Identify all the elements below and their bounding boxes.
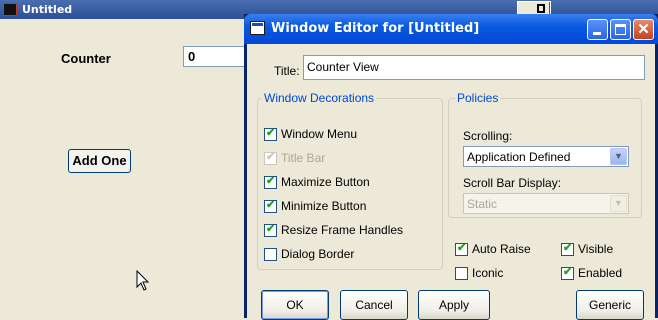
dialog-body: Title: Counter View Window Decorations P… bbox=[247, 44, 655, 320]
close-button[interactable]: ✕ bbox=[633, 19, 654, 40]
checkbox-minimize-button-label: Minimize Button bbox=[281, 199, 367, 213]
maximize-button[interactable] bbox=[610, 19, 631, 40]
window-editor-dialog: Window Editor for [Untitled] ✕ Title: Co… bbox=[244, 14, 658, 320]
title-input[interactable]: Counter View bbox=[303, 55, 645, 80]
checkbox-window-menu-box[interactable] bbox=[264, 126, 277, 141]
minimize-button[interactable] bbox=[587, 19, 608, 40]
checkbox-iconic-box[interactable] bbox=[455, 267, 468, 280]
checkbox-window-menu-label: Window Menu bbox=[281, 127, 358, 141]
counter-label: Counter bbox=[61, 51, 111, 66]
mouse-cursor-icon bbox=[136, 270, 150, 291]
close-icon: ✕ bbox=[637, 21, 650, 38]
checkbox-title-bar-label: Title Bar bbox=[281, 151, 326, 165]
scrolling-value: Application Defined bbox=[467, 150, 571, 164]
ok-button[interactable]: OK bbox=[261, 290, 329, 320]
checkbox-iconic-label: Iconic bbox=[472, 266, 504, 280]
minimize-icon bbox=[593, 32, 601, 35]
app-title: Untitled bbox=[22, 3, 73, 16]
checkbox-enabled-label: Enabled bbox=[578, 266, 623, 280]
scrolling-label: Scrolling: bbox=[463, 129, 513, 143]
window-decorations-title: Window Decorations bbox=[262, 91, 377, 105]
checkbox-title-bar-box bbox=[264, 150, 277, 165]
checkbox-minimize-button-box[interactable] bbox=[264, 198, 277, 213]
window-icon bbox=[250, 21, 265, 35]
scroll-bar-display-value: Static bbox=[467, 197, 498, 211]
checkbox-enabled-box[interactable] bbox=[561, 265, 574, 280]
checkbox-visible-box[interactable] bbox=[561, 241, 574, 256]
chevron-down-icon: ▼ bbox=[610, 195, 627, 212]
generic-button[interactable]: Generic bbox=[576, 290, 644, 320]
checkbox-resize-frame-handles-box[interactable] bbox=[264, 222, 277, 237]
scroll-bar-display-select: Static ▼ bbox=[463, 193, 629, 214]
checkbox-dialog-border-label: Dialog Border bbox=[281, 247, 355, 261]
chevron-down-icon[interactable]: ▼ bbox=[610, 148, 627, 165]
maximize-icon bbox=[537, 4, 545, 13]
add-one-button[interactable]: Add One bbox=[68, 149, 131, 173]
policies-title: Policies bbox=[455, 91, 501, 105]
apply-button[interactable]: Apply bbox=[418, 290, 490, 320]
scrolling-select[interactable]: Application Defined ▼ bbox=[463, 146, 629, 167]
checkbox-resize-frame-handles-label: Resize Frame Handles bbox=[281, 223, 404, 237]
checkbox-auto-raise-box[interactable] bbox=[455, 241, 468, 256]
title-field-label: Title: bbox=[274, 64, 300, 78]
scroll-bar-display-label: Scroll Bar Display: bbox=[463, 176, 562, 190]
dialog-title: Window Editor for [Untitled] bbox=[271, 21, 480, 36]
checkbox-auto-raise-label: Auto Raise bbox=[472, 242, 531, 256]
checkbox-dialog-border-box[interactable] bbox=[264, 248, 277, 261]
app-icon bbox=[3, 3, 17, 16]
maximize-icon bbox=[615, 24, 626, 35]
checkbox-maximize-button-box[interactable] bbox=[264, 174, 277, 189]
counter-field[interactable]: 0 bbox=[183, 46, 253, 67]
checkbox-maximize-button-label: Maximize Button bbox=[281, 175, 370, 189]
cancel-button[interactable]: Cancel bbox=[340, 290, 408, 320]
dialog-titlebar[interactable]: Window Editor for [Untitled] ✕ bbox=[244, 14, 658, 44]
checkbox-visible-label: Visible bbox=[578, 242, 614, 256]
